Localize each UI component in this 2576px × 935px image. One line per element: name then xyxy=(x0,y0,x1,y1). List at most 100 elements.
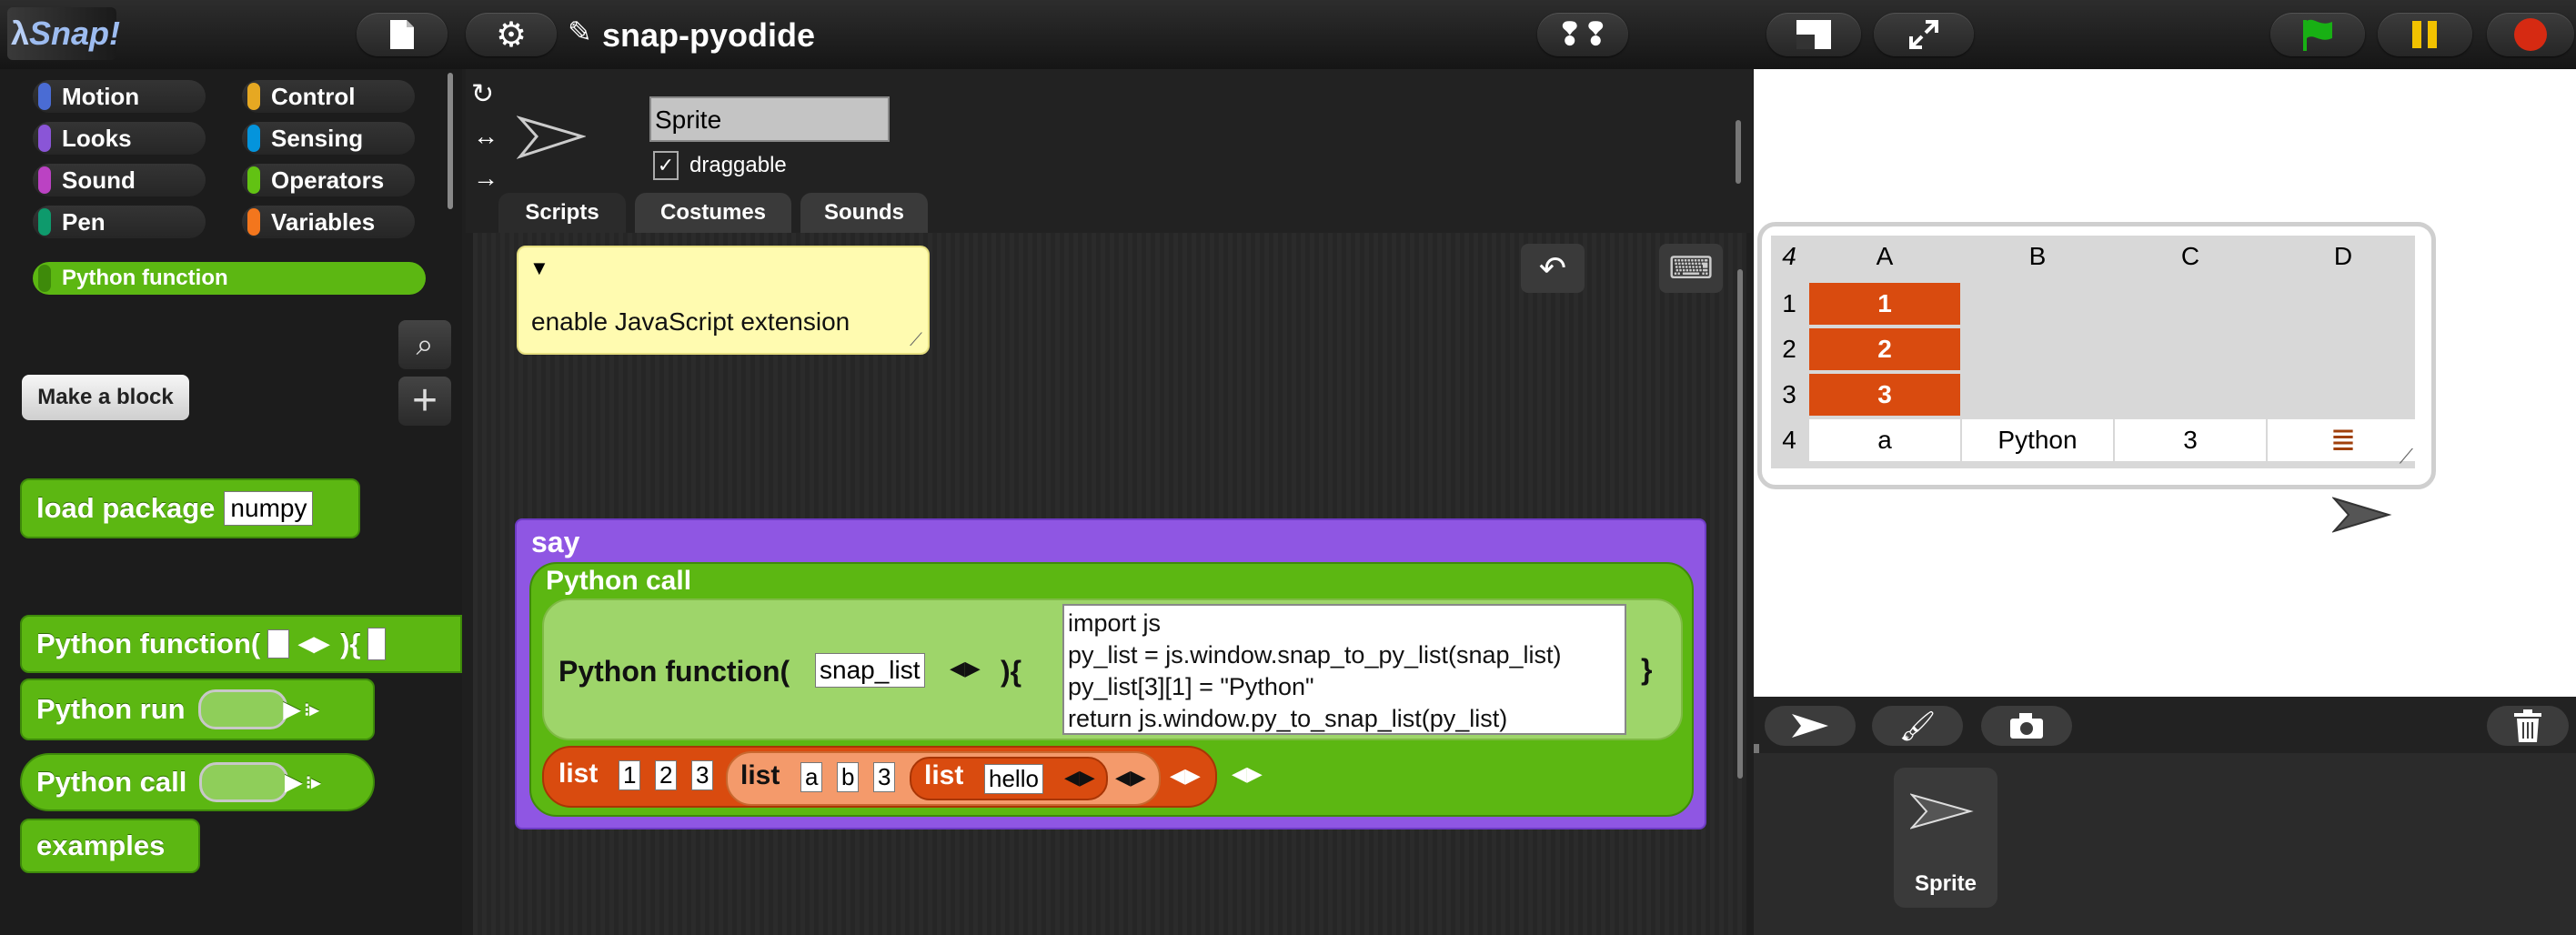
more-arrow-icon[interactable]: ⁝▸ xyxy=(306,771,320,794)
resize-handle-icon[interactable]: ⟋ xyxy=(2400,445,2413,468)
arrows-icon[interactable]: ◀▶ xyxy=(1115,766,1146,789)
table-cell[interactable]: 3 xyxy=(1809,374,1960,416)
ring-slot[interactable] xyxy=(199,762,289,802)
category-sound[interactable]: Sound xyxy=(33,164,206,196)
no-rotate-icon[interactable]: → xyxy=(473,164,498,193)
stage-size-button[interactable] xyxy=(1766,13,1861,56)
table-cell[interactable]: 2 xyxy=(1809,328,1960,370)
category-motion[interactable]: Motion xyxy=(33,80,206,113)
arrows-icon[interactable]: ◀▶ xyxy=(1170,764,1201,788)
unused-blocks-button[interactable]: ❢❢ xyxy=(1537,13,1628,56)
category-looks[interactable]: Looks xyxy=(33,122,206,155)
python-run-block[interactable]: Python run ▶ ⁝▸ xyxy=(20,679,375,740)
python-call-block[interactable]: Python call ▶ ⁝▸ xyxy=(20,753,375,811)
table-cell[interactable]: 1 xyxy=(1809,283,1960,325)
file-icon xyxy=(390,20,414,49)
file-menu-button[interactable] xyxy=(357,13,448,56)
keyboard-icon: ⌨ xyxy=(1668,251,1714,286)
category-pen[interactable]: Pen xyxy=(33,206,206,238)
comment-box[interactable]: ▼ enable JavaScript extension ⟋ xyxy=(517,246,930,355)
arrows-icon[interactable]: ◀▶ xyxy=(950,657,981,680)
draggable-checkbox[interactable]: ✓ xyxy=(653,151,679,180)
list-item-input[interactable]: 3 xyxy=(691,760,714,790)
list-item-input[interactable]: hello xyxy=(984,764,1043,794)
flip-icon[interactable]: ↔ xyxy=(473,122,498,151)
search-blocks-button[interactable]: ⌕ xyxy=(398,320,451,369)
pencil-icon: ✎ xyxy=(568,15,592,48)
python-function-ring[interactable]: Python function( snap_list ◀▶ ){ import … xyxy=(542,598,1683,740)
undo-button[interactable]: ↶ xyxy=(1521,244,1585,293)
scripts-scrollbar[interactable] xyxy=(1737,269,1743,779)
python-call-reporter[interactable]: Python call Python function( snap_list ◀… xyxy=(529,562,1694,817)
comment-text[interactable]: enable JavaScript extension xyxy=(531,307,850,337)
category-operators[interactable]: Operators xyxy=(242,164,415,196)
category-variables[interactable]: Variables xyxy=(242,206,415,238)
code-slot[interactable] xyxy=(367,628,387,660)
arrows-icon[interactable]: ◀▶ xyxy=(298,632,329,656)
category-python-function[interactable]: Python function xyxy=(33,262,426,295)
green-flag-icon xyxy=(2303,19,2332,51)
more-arrow-icon[interactable]: ⁝▸ xyxy=(304,699,318,721)
rotate-icon[interactable]: ↻ xyxy=(471,78,494,110)
camera-sprite-button[interactable] xyxy=(1981,706,2072,746)
collapse-triangle-icon[interactable]: ▼ xyxy=(529,256,549,280)
pause-button[interactable] xyxy=(2378,13,2472,56)
sprite-on-stage[interactable] xyxy=(2332,495,2392,535)
green-flag-button[interactable] xyxy=(2270,13,2365,56)
arrows-icon[interactable]: ◀▶ xyxy=(1232,762,1263,786)
sprite-corral-item[interactable]: Sprite xyxy=(1894,768,1997,908)
code-textarea[interactable]: import js py_list = js.window.snap_to_py… xyxy=(1062,604,1626,735)
presentation-mode-button[interactable] xyxy=(1874,13,1974,56)
param-slot[interactable] xyxy=(267,629,290,659)
sprite-bar-scrollbar[interactable] xyxy=(1736,120,1741,184)
brace-close: } xyxy=(1641,653,1653,686)
footprints-icon: ❢❢ xyxy=(1556,17,1609,52)
arrows-icon[interactable]: ◀▶ xyxy=(1064,766,1095,789)
package-input[interactable]: numpy xyxy=(224,491,314,526)
list-reporter-innermost[interactable]: list hello ◀▶ xyxy=(910,757,1108,800)
list-icon[interactable]: ≣ xyxy=(2268,419,2419,461)
palette-scrollbar[interactable] xyxy=(448,73,453,209)
python-function-block[interactable]: Python function( ◀▶ ){ xyxy=(20,615,462,673)
table-cell[interactable]: Python xyxy=(1962,419,2113,461)
trash-button[interactable] xyxy=(2487,706,2569,746)
sprite-name-input[interactable]: Sprite xyxy=(649,96,890,142)
examples-block[interactable]: examples xyxy=(20,819,200,873)
snap-logo[interactable]: λ Snap! xyxy=(7,7,120,60)
stop-button[interactable] xyxy=(2487,13,2574,56)
block-label: Python run xyxy=(36,693,186,725)
list-label: list xyxy=(924,760,964,790)
keyboard-button[interactable]: ⌨ xyxy=(1659,244,1723,293)
list-item-input[interactable]: b xyxy=(837,762,860,792)
tab-sounds[interactable]: Sounds xyxy=(800,193,928,233)
category-label: Sound xyxy=(62,166,136,194)
stage[interactable]: 4 A B C D 1 1 2 2 3 3 4 a Python 3 ≣ ⟋ xyxy=(1754,69,2576,697)
resize-handle-icon[interactable]: ⟋ xyxy=(910,330,922,351)
table-cell[interactable]: 3 xyxy=(2115,419,2266,461)
tab-scripts[interactable]: Scripts xyxy=(498,193,626,233)
settings-button[interactable]: ⚙ xyxy=(466,13,557,56)
add-turtle-sprite-button[interactable] xyxy=(1765,706,1856,746)
scripts-area[interactable]: ▼ enable JavaScript extension ⟋ ↶ ⌨ say … xyxy=(473,233,1746,935)
list-item-input[interactable]: 1 xyxy=(619,760,641,790)
list-item-input[interactable]: a xyxy=(800,762,823,792)
list-reporter-inner[interactable]: list a b 3 list hello ◀▶ ◀▶ xyxy=(726,751,1161,806)
project-title[interactable]: snap-pyodide xyxy=(602,16,815,55)
say-block[interactable]: say Python call Python function( snap_li… xyxy=(515,518,1706,829)
list-item-input[interactable]: 2 xyxy=(655,760,678,790)
table-cell[interactable]: a xyxy=(1809,419,1960,461)
category-label: Control xyxy=(271,82,356,110)
load-package-block[interactable]: load package numpy xyxy=(20,478,360,538)
list-reporter[interactable]: list 1 2 3 list a b 3 list hello ◀▶ ◀▶ ◀… xyxy=(542,746,1217,808)
category-control[interactable]: Control xyxy=(242,80,415,113)
tab-costumes[interactable]: Costumes xyxy=(635,193,791,233)
paint-sprite-button[interactable]: 🖌 xyxy=(1872,706,1963,746)
param-input[interactable]: snap_list xyxy=(815,653,925,688)
add-block-button[interactable]: + xyxy=(398,377,451,426)
table-view[interactable]: 4 A B C D 1 1 2 2 3 3 4 a Python 3 ≣ ⟋ xyxy=(1771,236,2419,468)
ring-slot[interactable] xyxy=(197,689,287,729)
table-corner: 4 xyxy=(1782,242,1796,270)
make-a-block-button[interactable]: Make a block xyxy=(22,375,189,420)
list-item-input[interactable]: 3 xyxy=(873,762,896,792)
category-sensing[interactable]: Sensing xyxy=(242,122,415,155)
